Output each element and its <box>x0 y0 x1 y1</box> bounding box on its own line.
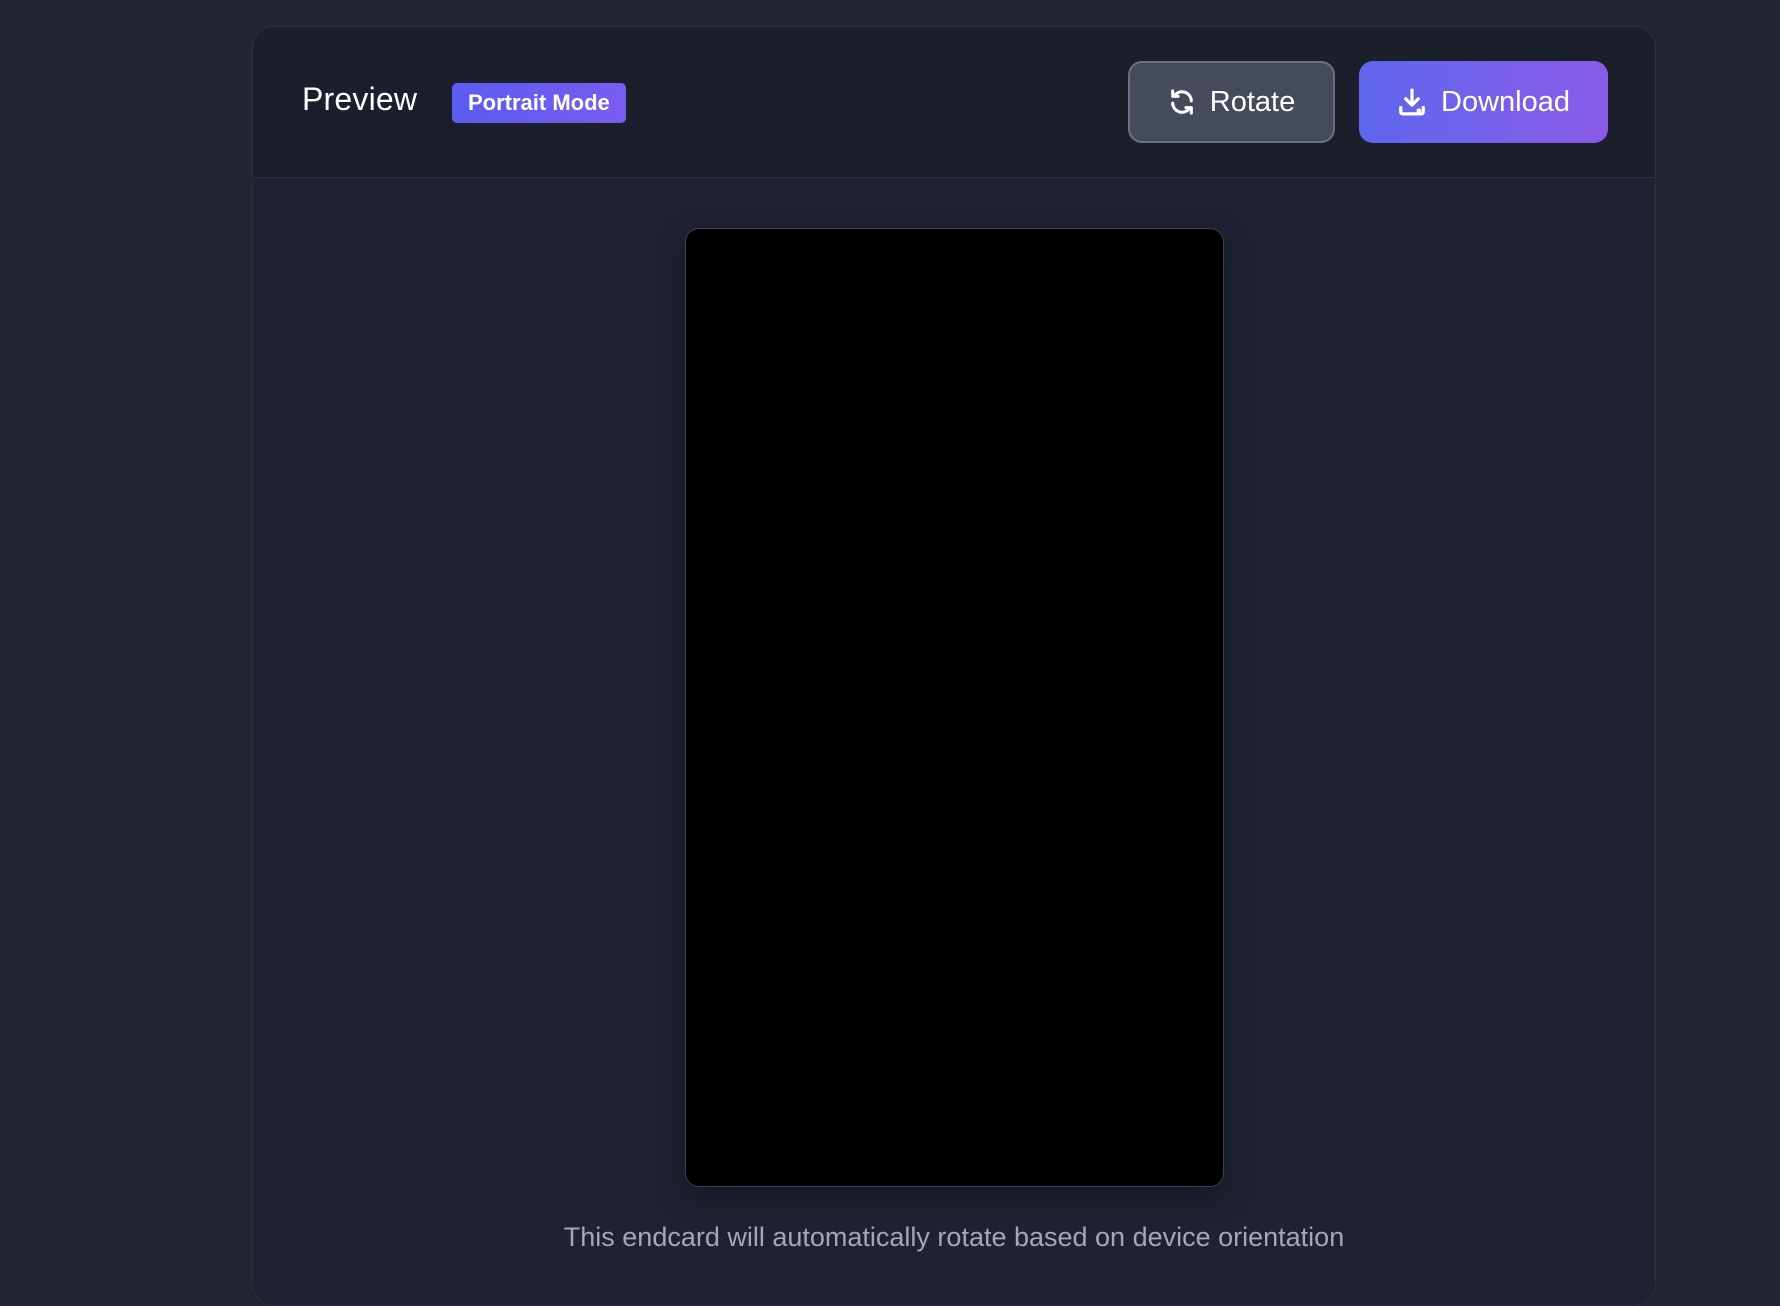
preview-panel: Preview Portrait Mode Rotate Download Th… <box>252 26 1656 1306</box>
download-icon <box>1397 87 1427 117</box>
rotate-button-label: Rotate <box>1209 85 1296 118</box>
download-button-label: Download <box>1441 85 1570 118</box>
orientation-caption: This endcard will automatically rotate b… <box>563 1222 1345 1252</box>
endcard-preview-frame[interactable] <box>685 228 1224 1187</box>
rotate-icon <box>1168 88 1196 116</box>
preview-header: Preview Portrait Mode Rotate Download <box>253 27 1655 178</box>
download-button[interactable]: Download <box>1359 61 1608 143</box>
portrait-mode-badge: Portrait Mode <box>452 83 626 123</box>
page-title: Preview <box>302 81 418 117</box>
rotate-button[interactable]: Rotate <box>1128 61 1335 143</box>
